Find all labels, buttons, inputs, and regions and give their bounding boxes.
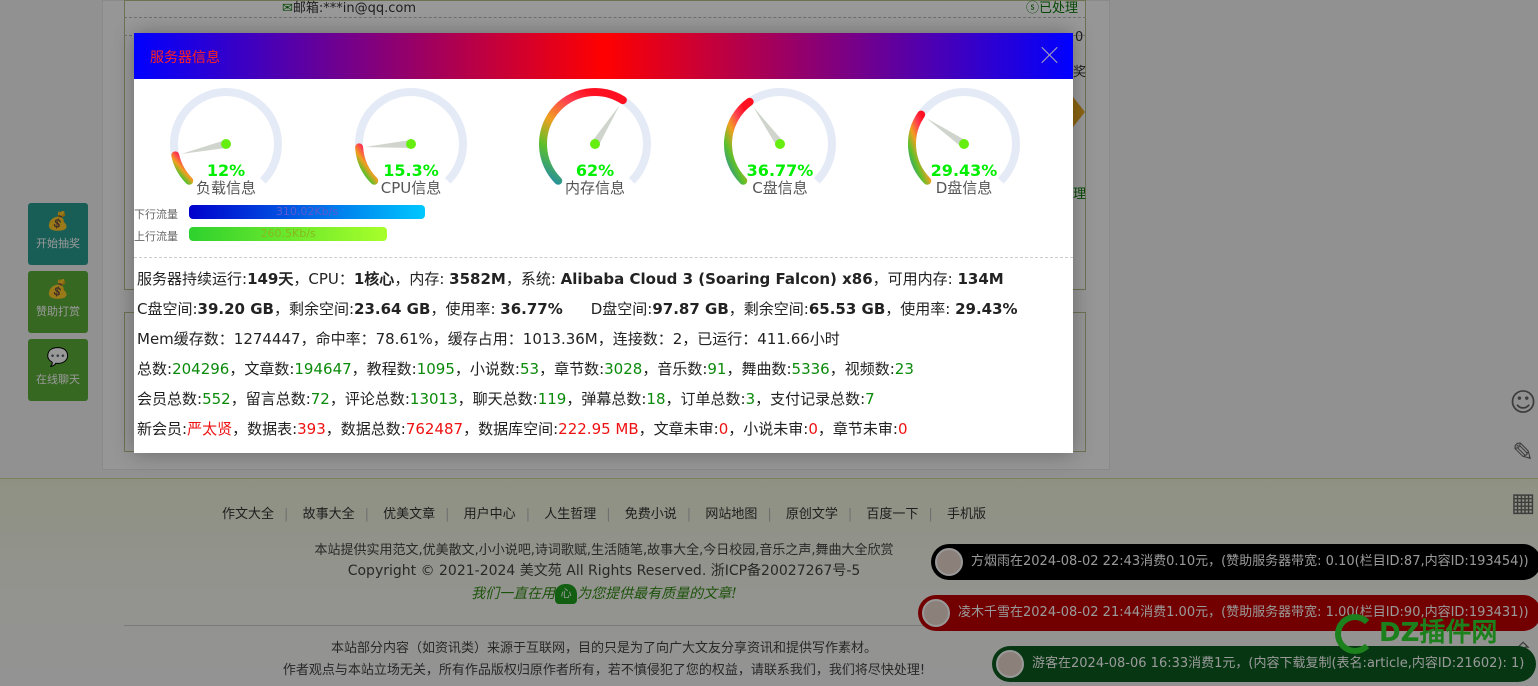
stat-label: ，弹幕总数: — [566, 390, 647, 408]
section-divider — [134, 257, 1073, 258]
db-counts-line: 新会员:严太贤，数据表:393，数据总数:762487，数据库空间:222.95… — [137, 415, 1018, 445]
stat-label: ，小说数: — [454, 360, 520, 378]
stat-label: ，数据表: — [232, 420, 298, 438]
stat-value: 18 — [646, 390, 666, 408]
gauge-c-drive: 36.77% C盘信息 — [710, 79, 850, 199]
stat-label: ，视频数: — [829, 360, 895, 378]
stat-label: ，留言总数: — [230, 390, 311, 408]
stat-value: 72 — [310, 390, 330, 408]
stat-label: ，数据总数: — [325, 420, 406, 438]
cpu-value: 1核心 — [353, 270, 395, 288]
c-space-value: 39.20 GB — [197, 300, 274, 318]
traffic-bar: 310.02Kb/s — [189, 205, 425, 219]
traffic-bar: 260.5Kb/s — [189, 227, 388, 241]
gauge-hub — [221, 139, 231, 149]
stat-value: 53 — [519, 360, 540, 378]
gauge-label: D盘信息 — [935, 179, 993, 197]
c-usage-value: 36.77% — [500, 300, 563, 318]
free-memory-value: 134M — [957, 270, 1004, 288]
stat-value: 13013 — [409, 390, 458, 408]
traffic-label: 上行流量 — [134, 230, 178, 243]
stat-label: ，文章未审: — [638, 420, 719, 438]
stat-label: ，章节数: — [539, 360, 605, 378]
d-usage-value: 29.43% — [955, 300, 1018, 318]
stat-value: 119 — [537, 390, 567, 408]
traffic-value: 260.5Kb/s — [260, 227, 316, 240]
modal-title: 服务器信息 — [150, 50, 220, 66]
gauge-label: 内存信息 — [564, 179, 625, 197]
gauge-hub — [959, 139, 969, 149]
stat-value: 204296 — [172, 360, 230, 378]
stat-label: ，小说未审: — [728, 420, 809, 438]
uptime-value: 149天 — [247, 270, 294, 288]
stat-value: 762487 — [405, 420, 464, 438]
stat-value: 552 — [202, 390, 231, 408]
traffic-value: 310.02Kb/s — [275, 205, 339, 218]
stat-value: 0 — [718, 420, 729, 438]
gauge-hub — [590, 139, 600, 149]
stat-label: ，文章数: — [229, 360, 295, 378]
stat-label: 新会员: — [137, 420, 188, 438]
stat-label: ，评论总数: — [329, 390, 410, 408]
stat-value: 91 — [707, 360, 727, 378]
mem-cache-line: Mem缓存数：1274447，命中率：78.61%，缓存占用：1013.36M，… — [137, 330, 840, 348]
stat-label: ，音乐数: — [642, 360, 708, 378]
server-summary-line: 服务器持续运行:149天，CPU：1核心，内存: 3582M，系统: Aliba… — [137, 270, 1004, 288]
stat-label: ，舞曲数: — [726, 360, 792, 378]
stat-value: 3028 — [604, 360, 643, 378]
stat-value: 23 — [894, 360, 914, 378]
stat-label: ，支付记录总数: — [755, 390, 866, 408]
content-counts-line: 总数:204296，文章数:194647，教程数:1095，小说数:53，章节数… — [137, 355, 1018, 385]
d-free-value: 65.53 GB — [808, 300, 886, 318]
stat-label: ，教程数: — [351, 360, 417, 378]
gauge-memory: 62% 内存信息 — [525, 79, 665, 199]
gauge-d-drive: 29.43% D盘信息 — [894, 79, 1034, 199]
os-value: Alibaba Cloud 3 (Soaring Falcon) x86 — [560, 270, 873, 288]
stat-value: 0 — [897, 420, 908, 438]
modal-header: 服务器信息 — [134, 33, 1073, 79]
d-space-value: 97.87 GB — [652, 300, 729, 318]
stat-label: ，数据库空间: — [463, 420, 559, 438]
gauge-load: 12% 负载信息 — [156, 79, 296, 199]
gauge-hub — [775, 139, 785, 149]
gauge-label: CPU信息 — [380, 179, 442, 197]
memory-value: 3582M — [449, 270, 506, 288]
stat-label: ，订单总数: — [665, 390, 746, 408]
gauge-label: C盘信息 — [752, 179, 808, 197]
server-info-modal: 服务器信息 12% 负载信息 15.3% CPU信息 62% 内存信息 36.7… — [134, 33, 1073, 453]
gauge-needle — [181, 140, 227, 155]
stat-value: 3 — [745, 390, 756, 408]
c-free-value: 23.64 GB — [354, 300, 431, 318]
stat-value: 1095 — [416, 360, 455, 378]
gauge-needle — [365, 140, 412, 148]
stat-value: 222.95 MB — [558, 420, 639, 438]
gauge-label: 负载信息 — [195, 179, 256, 197]
stat-label: 总数: — [137, 360, 173, 378]
stat-value: 0 — [808, 420, 818, 438]
gauge-hub — [406, 139, 416, 149]
stat-label: ，章节未审: — [817, 420, 898, 438]
gauge-cpu: 15.3% CPU信息 — [341, 79, 481, 199]
stat-value: 5336 — [791, 360, 830, 378]
traffic-label: 下行流量 — [134, 208, 178, 221]
close-icon[interactable] — [1041, 46, 1059, 64]
stat-value: 7 — [865, 390, 875, 408]
stat-label: ，聊天总数: — [457, 390, 538, 408]
disk-line: C盘空间:39.20 GB，剩余空间:23.64 GB，使用率: 36.77% D… — [137, 300, 1018, 318]
stat-label: 会员总数: — [137, 390, 203, 408]
stat-value: 194647 — [294, 360, 352, 378]
member-counts-line: 会员总数:552，留言总数:72，评论总数:13013，聊天总数:119，弹幕总… — [137, 385, 1018, 415]
stat-value: 严太贤 — [187, 420, 233, 438]
stat-value: 393 — [297, 420, 326, 438]
server-stats: 服务器持续运行:149天，CPU：1核心，内存: 3582M，系统: Aliba… — [137, 265, 1018, 445]
gauges-row: 12% 负载信息 15.3% CPU信息 62% 内存信息 36.77% C盘信… — [134, 79, 1073, 199]
